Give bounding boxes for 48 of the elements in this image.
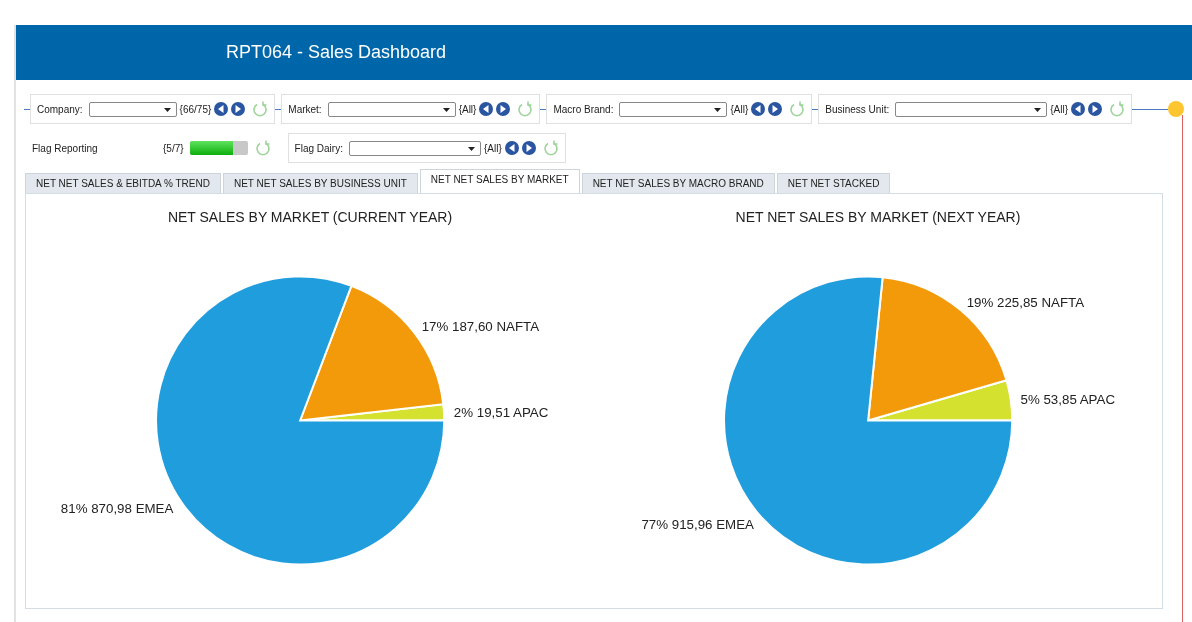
data-label: 81% 870,98 EMEA (60, 500, 174, 516)
next-icon[interactable] (496, 102, 511, 116)
filter-count: {All} (458, 103, 477, 115)
data-label: 17% 187,60 NAFTA (421, 319, 540, 334)
filter-label: Business Unit: (825, 103, 890, 115)
next-icon[interactable] (231, 102, 246, 116)
caret-icon (442, 107, 450, 112)
next-icon[interactable] (521, 141, 536, 155)
dropdown-field[interactable] (619, 101, 728, 117)
chart-title: NET SALES BY MARKET (CURRENT YEAR) (167, 209, 453, 225)
previous-icon[interactable] (751, 102, 766, 116)
data-label: 5% 53,85 APAC (1020, 391, 1115, 407)
filter-count: {All} (483, 142, 502, 154)
data-label: 2% 19,51 APAC (453, 404, 549, 420)
data-label: 77% 915,96 EMEA (641, 516, 754, 532)
previous-icon[interactable] (479, 102, 494, 116)
filter-count: {5/7} (163, 142, 184, 154)
filter-count: {66/75} (179, 103, 212, 115)
data-label: 19% 225,85 NAFTA (966, 295, 1085, 311)
dropdown-field[interactable] (88, 101, 177, 117)
previous-icon[interactable] (214, 102, 229, 116)
tab[interactable]: NET NET STACKED (776, 173, 891, 193)
filter-count: {All} (730, 103, 749, 115)
tab[interactable]: NET NET SALES BY MARKET (419, 169, 580, 193)
next-icon[interactable] (1088, 102, 1102, 116)
tab[interactable]: NET NET SALES BY BUSINESS UNIT (222, 173, 418, 193)
caret-icon (467, 146, 475, 151)
caret-icon (714, 107, 722, 112)
next-icon[interactable] (768, 102, 783, 116)
filter-label: Flag Reporting (32, 142, 99, 154)
progress-bar (189, 141, 248, 155)
filter-label: Macro Brand: (553, 103, 614, 115)
previous-icon[interactable] (1071, 102, 1085, 116)
caret-icon (163, 107, 171, 112)
filter-label: Company: (37, 103, 83, 115)
page-title: RPT064 - Sales Dashboard (226, 42, 447, 63)
tab[interactable]: NET NET SALES & EBITDA % TREND (25, 173, 221, 193)
filter-count: {All} (1050, 103, 1068, 115)
dropdown-field[interactable] (327, 101, 456, 117)
chart-title: NET NET SALES BY MARKET (NEXT YEAR) (735, 209, 1021, 225)
caret-icon (1034, 107, 1042, 112)
filter-label: Flag Dairy: (294, 142, 343, 154)
marker-dot (1168, 101, 1184, 117)
previous-icon[interactable] (504, 141, 519, 155)
dropdown-field[interactable] (895, 101, 1048, 117)
filter-label: Market: (288, 103, 322, 115)
tab[interactable]: NET NET SALES BY MACRO BRAND (581, 173, 775, 193)
dropdown-field[interactable] (348, 140, 481, 156)
